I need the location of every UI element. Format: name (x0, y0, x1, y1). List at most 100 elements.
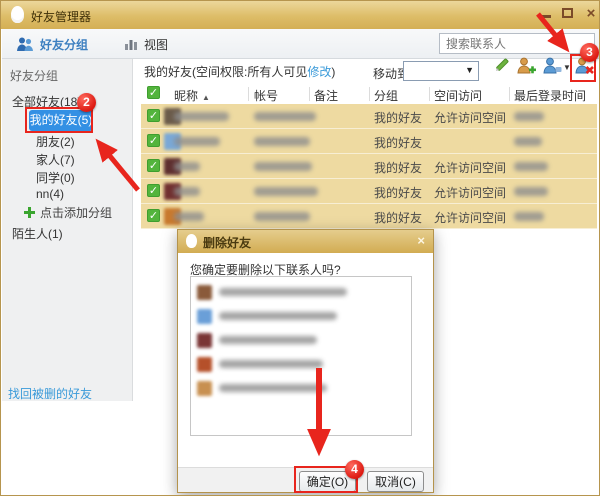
avatar (197, 309, 212, 324)
column-header[interactable]: 最后登录时间 (514, 87, 586, 104)
blurred-contact-name (219, 360, 323, 368)
sidebar-item-family[interactable]: 家人(7) (36, 151, 75, 168)
blurred-contact-name (219, 288, 347, 296)
column-header[interactable]: 分组 (374, 87, 398, 104)
friend-row[interactable]: ✓ 我的好友 允许访问空间 (141, 154, 597, 179)
sort-asc-icon: ▲ (202, 93, 210, 102)
move-group-button[interactable] (542, 56, 562, 76)
cell-space-access: 允许访问空间 (434, 186, 507, 200)
search-input[interactable] (439, 33, 595, 54)
maximize-button[interactable] (562, 8, 573, 18)
view-label: 视图 (144, 37, 169, 52)
group-permission-header: 我的好友(空间权限:所有人可见修改) (144, 63, 335, 80)
person-add-icon (517, 57, 536, 74)
permission-text: 我的好友(空间权限:所有人可见 (144, 65, 308, 79)
sidebar-header: 好友分组 (10, 69, 59, 83)
blurred-nickname (174, 187, 200, 196)
column-header[interactable]: 昵称 ▲ (174, 87, 210, 104)
plus-icon (24, 207, 35, 218)
friend-groups-label: 好友分组 (40, 37, 89, 52)
row-checkbox[interactable]: ✓ (147, 134, 160, 147)
column-header[interactable]: 空间访问 (434, 87, 482, 104)
minimize-button[interactable] (540, 15, 551, 18)
avatar (197, 285, 212, 300)
friend-groups-tab[interactable]: 好友分组 (16, 35, 88, 53)
column-separator (429, 87, 430, 101)
friend-row[interactable]: ✓ 我的好友 允许访问空间 (141, 104, 597, 129)
close-button[interactable]: × (584, 5, 598, 23)
row-checkbox[interactable]: ✓ (147, 209, 160, 222)
column-header[interactable]: 备注 (314, 87, 338, 104)
cell-space-access: 允许访问空间 (434, 161, 507, 175)
dialog-title: 删除好友 (203, 236, 252, 250)
pencil-icon (496, 58, 509, 71)
cell-group: 我的好友 (374, 161, 423, 175)
dialog-title-bar: 删除好友 × (178, 230, 433, 253)
ok-button[interactable]: 确定(O) (299, 471, 356, 492)
avatar (197, 381, 212, 396)
cell-group: 我的好友 (374, 211, 423, 225)
row-checkbox[interactable]: ✓ (147, 159, 160, 172)
person-group-icon (543, 57, 562, 74)
add-friend-button[interactable] (516, 56, 536, 76)
add-group-label: 点击添加分组 (40, 206, 113, 220)
friend-row[interactable]: ✓ 我的好友 (141, 129, 597, 154)
friend-row[interactable]: ✓ 我的好友 允许访问空间 (141, 204, 597, 229)
contacts-to-delete-list (190, 276, 412, 436)
friend-row[interactable]: ✓ 我的好友 允许访问空间 (141, 179, 597, 204)
cell-group: 我的好友 (374, 111, 423, 125)
column-header[interactable]: 帐号 (254, 87, 278, 104)
delete-friend-dialog: 删除好友 × 您确定要删除以下联系人吗? 确定(O) 取消(C) (177, 229, 434, 493)
row-checkbox[interactable]: ✓ (147, 109, 160, 122)
sidebar-item-friends[interactable]: 朋友(2) (36, 133, 75, 150)
recover-deleted-friends-link[interactable]: 找回被删的好友 (8, 385, 92, 402)
friend-manager-window: 好友管理器 × 好友分组 视图 好友分组 全部好友(18) (0, 0, 600, 496)
blurred-login-time (514, 112, 544, 121)
blurred-account (254, 162, 312, 171)
cell-space-access: 允许访问空间 (434, 211, 507, 225)
contact-list-item (191, 377, 411, 401)
view-tab[interactable]: 视图 (124, 35, 168, 53)
blurred-nickname (174, 112, 229, 121)
avatar (197, 333, 212, 348)
window-title: 好友管理器 (31, 10, 92, 24)
column-separator (509, 87, 510, 101)
row-checkbox[interactable]: ✓ (147, 184, 160, 197)
blurred-login-time (514, 137, 542, 146)
delete-friend-button[interactable] (574, 56, 594, 76)
dialog-close-icon[interactable]: × (417, 233, 425, 248)
column-separator (309, 87, 310, 101)
sidebar: 好友分组 全部好友(18) 我的好友(5) 朋友(2) 家人(7) 同学(0) … (2, 59, 133, 401)
permission-text-close: ) (331, 65, 336, 79)
move-group-dropdown-arrow[interactable]: ▼ (563, 63, 571, 72)
modify-link[interactable]: 修改 (307, 65, 331, 79)
cell-space-access: 允许访问空间 (434, 111, 507, 125)
avatar (197, 357, 212, 372)
blurred-nickname (174, 212, 204, 221)
contact-list-item (191, 281, 411, 305)
add-group-button[interactable]: 点击添加分组 (24, 204, 112, 221)
sidebar-item-classmates[interactable]: 同学(0) (36, 169, 75, 186)
edit-remark-button[interactable] (493, 56, 513, 76)
cancel-button[interactable]: 取消(C) (367, 471, 424, 492)
bar-chart-icon (125, 40, 137, 50)
sidebar-item-nn[interactable]: nn(4) (36, 187, 64, 201)
qq-penguin-icon (11, 6, 24, 23)
move-to-dropdown[interactable]: ▼ (403, 61, 479, 81)
sidebar-item-my-friends[interactable]: 我的好友(5) (29, 110, 93, 131)
blurred-contact-name (219, 384, 327, 392)
contact-list-item (191, 305, 411, 329)
dropdown-arrow-icon: ▼ (465, 65, 474, 75)
table-header: ✓ 昵称 ▲ 帐号 备注 分组 空间访问 最后登录时间 (141, 86, 597, 103)
blurred-account (254, 212, 310, 221)
blurred-login-time (514, 212, 544, 221)
select-all-checkbox[interactable]: ✓ (147, 86, 160, 99)
qq-penguin-icon (186, 234, 197, 248)
people-icon (17, 37, 33, 51)
blurred-contact-name (219, 312, 337, 320)
sidebar-item-strangers[interactable]: 陌生人(1) (12, 225, 63, 242)
contact-list-item (191, 353, 411, 377)
sidebar-item-all-friends[interactable]: 全部好友(18) (12, 93, 81, 110)
friend-table: ✓ 我的好友 允许访问空间 ✓ 我的好友 ✓ 我的好友 允许访问空间 ✓ 我的好友 允许访问空间 ✓ 我… (141, 104, 597, 229)
column-separator (248, 87, 249, 101)
